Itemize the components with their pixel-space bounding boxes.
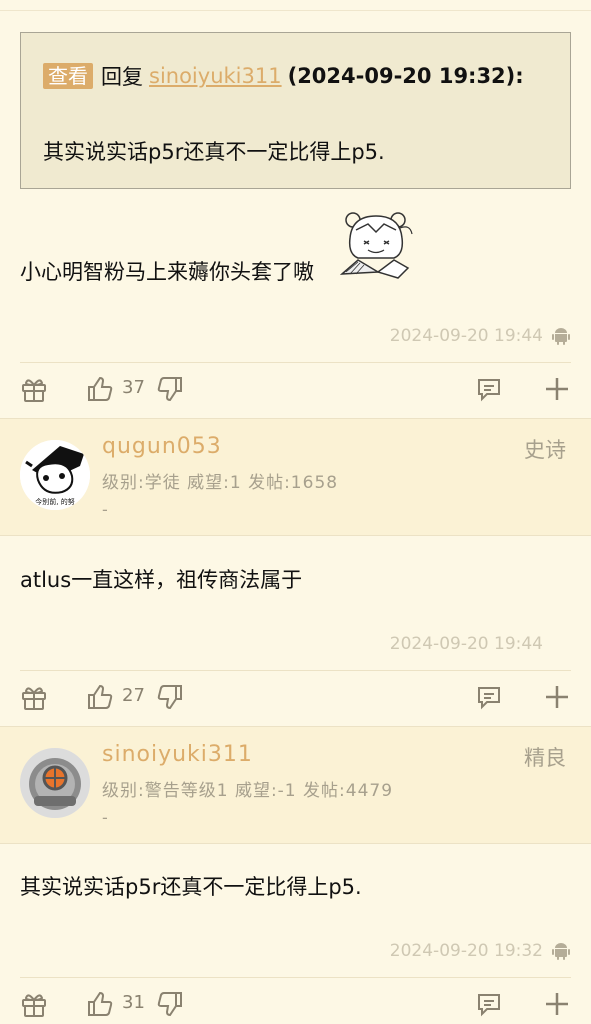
- post-timestamp: 2024-09-20 19:44: [389, 634, 543, 654]
- gift-icon[interactable]: [20, 990, 48, 1018]
- post-action-bar: 31: [0, 984, 591, 1024]
- reply-word: 回复: [101, 65, 143, 89]
- plus-icon[interactable]: [543, 990, 571, 1018]
- avatar[interactable]: [20, 748, 90, 818]
- thumbs-up-icon[interactable]: [86, 683, 114, 711]
- divider: [20, 977, 571, 978]
- user-signature: -: [102, 500, 108, 519]
- thumbs-down-icon[interactable]: [156, 375, 184, 403]
- thumbs-down-icon[interactable]: [156, 990, 184, 1018]
- quote-header: 查看 回复 sinoiyuki311 (2024-09-20 19:32):: [43, 61, 524, 91]
- post-divider: [0, 843, 591, 844]
- like-count: 31: [122, 992, 145, 1013]
- post-text: 其实说实话p5r还真不一定比得上p5.: [20, 875, 362, 899]
- post-divider: [0, 535, 591, 536]
- divider: [20, 670, 571, 671]
- thumbs-up-icon[interactable]: [86, 375, 114, 403]
- android-icon: [552, 328, 570, 345]
- post-action-bar: 37: [0, 369, 591, 409]
- post-text: 小心明智粉马上来薅你头套了嗷: [20, 260, 314, 284]
- gift-icon[interactable]: [20, 375, 48, 403]
- user-stats: 级别:学徒 威望:1 发帖:1658: [102, 473, 339, 493]
- username[interactable]: sinoiyuki311: [102, 742, 253, 767]
- thumbs-up-icon[interactable]: [86, 990, 114, 1018]
- comment-icon[interactable]: [475, 375, 503, 403]
- plus-icon[interactable]: [543, 375, 571, 403]
- like-count: 27: [122, 685, 145, 706]
- sticker-image: [339, 212, 413, 279]
- quoted-user-link[interactable]: sinoiyuki311: [149, 64, 282, 88]
- post-action-bar: 27: [0, 677, 591, 717]
- android-icon: [552, 943, 570, 960]
- user-stats: 级别:警告等级1 威望:-1 发帖:4479: [102, 781, 394, 801]
- quote-time: (2024-09-20 19:32):: [287, 64, 524, 88]
- comment-icon[interactable]: [475, 990, 503, 1018]
- user-rank-badge: 史诗: [524, 438, 566, 462]
- user-signature: -: [102, 808, 108, 827]
- like-count: 37: [122, 377, 145, 398]
- user-rank-badge: 精良: [524, 746, 566, 770]
- quote-text: 其实说实话p5r还真不一定比得上p5.: [43, 140, 385, 164]
- thumbs-down-icon[interactable]: [156, 683, 184, 711]
- top-divider: [0, 10, 591, 11]
- post-timestamp: 2024-09-20 19:32: [389, 941, 543, 961]
- avatar-caption: 今别前, 的努: [35, 497, 74, 506]
- post-timestamp: 2024-09-20 19:44: [389, 326, 543, 346]
- comment-icon[interactable]: [475, 683, 503, 711]
- gift-icon[interactable]: [20, 683, 48, 711]
- quote-block: 查看 回复 sinoiyuki311 (2024-09-20 19:32): 其…: [20, 32, 571, 189]
- divider: [20, 362, 571, 363]
- avatar[interactable]: 今别前, 的努: [20, 440, 90, 510]
- post-text: atlus一直这样，祖传商法属于: [20, 568, 303, 592]
- view-quote-button[interactable]: 查看: [43, 63, 93, 89]
- username[interactable]: qugun053: [102, 434, 222, 459]
- plus-icon[interactable]: [543, 683, 571, 711]
